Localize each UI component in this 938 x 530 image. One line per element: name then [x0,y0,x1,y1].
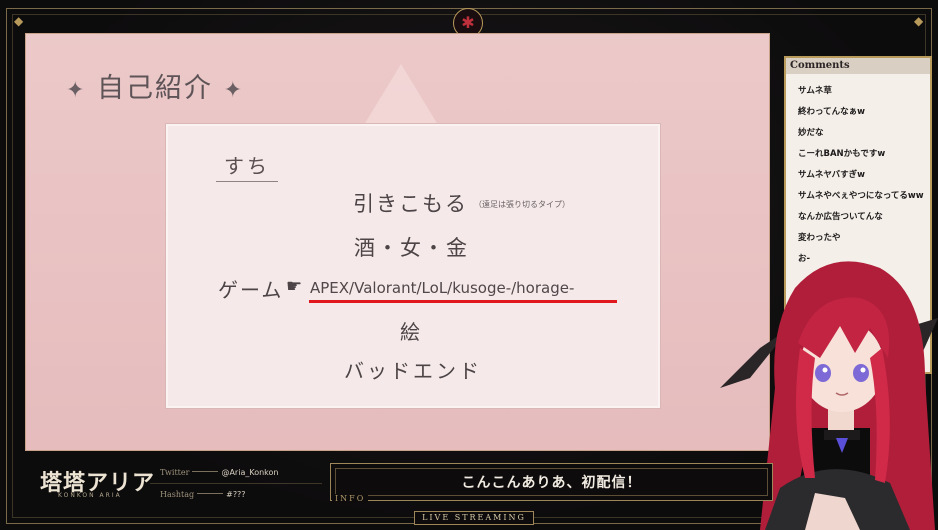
dash-divider [197,493,224,494]
like-item-note: （遠足は張り切るタイプ） [474,200,570,209]
like-item-bad-end: バッドエンド [344,359,482,383]
card-heading: すち [216,150,278,182]
slide-title-text: 自己紹介 [97,73,214,104]
hashtag-label: Hashtag [160,490,195,499]
like-item-text: 引きこもる [353,192,468,216]
comment-item: サムネヤバすぎw [798,170,866,180]
comment-item: なんか広告ついてんな [798,212,883,222]
social-divider [150,483,322,484]
comments-header: Comments [786,58,930,74]
live-streaming-badge: LIVE STREAMING [414,511,534,525]
sparkle-icon: ✦ [66,78,87,103]
info-box: こんこんありあ、初配信！ [330,463,773,501]
comment-item: サムネやべぇやつになってるww [798,191,924,201]
comment-item: 変わったや [798,233,841,243]
like-item-hikikomori: 引きこもる （遠足は張り切るタイプ） [353,188,570,218]
comment-list: サムネ草 終わってんなぁw 妙だな こーれBANかもですw サムネヤバすぎw サ… [798,86,928,275]
red-underline [309,300,617,303]
info-label: INFO [332,494,369,503]
twitter-info: Twitter @Aria_Konkon [160,468,278,477]
likes-card: すち 引きこもる （遠足は張り切るタイプ） 酒・女・金 ゲーム ☛ APEX/Va… [166,124,660,408]
comment-item: サムネ草 [798,86,832,96]
like-item-game-titles: APEX/Valorant/LoL/kusoge-/horage- [310,279,575,297]
channel-logo-subtitle: KONKON ARIA [58,492,122,499]
like-item-art: 絵 [400,320,422,344]
dash-divider [192,471,219,472]
sparkle-icon: ✦ [223,78,245,103]
pointing-hand-icon: ☛ [286,276,303,297]
twitter-label: Twitter [160,468,190,477]
like-item-sake: 酒・女・金 [354,236,469,260]
slide-title: ✦ 自己紹介 ✦ [66,66,244,105]
twitter-handle[interactable]: @Aria_Konkon [221,468,278,477]
hashtag-value[interactable]: #??? [226,490,245,499]
corner-ornament-icon: ◆ [14,14,24,28]
info-message: こんこんありあ、初配信！ [461,475,642,491]
corner-ornament-icon: ◆ [914,14,924,28]
intro-slide: ✦ 自己紹介 ✦ すち 引きこもる （遠足は張り切るタイプ） 酒・女・金 ゲーム … [25,33,770,451]
like-item-game-label: ゲーム [218,278,284,302]
comment-item: こーれBANかもですw [798,149,886,159]
comment-item: 妙だな [798,128,824,138]
hashtag-info: Hashtag #??? [160,490,246,499]
stream-overlay: ◆ ◆ ✱ ✦ 自己紹介 ✦ すち 引きこもる （遠足は張り切るタイプ） 酒・女・… [0,0,938,530]
comment-item: 終わってんなぁw [798,107,865,117]
